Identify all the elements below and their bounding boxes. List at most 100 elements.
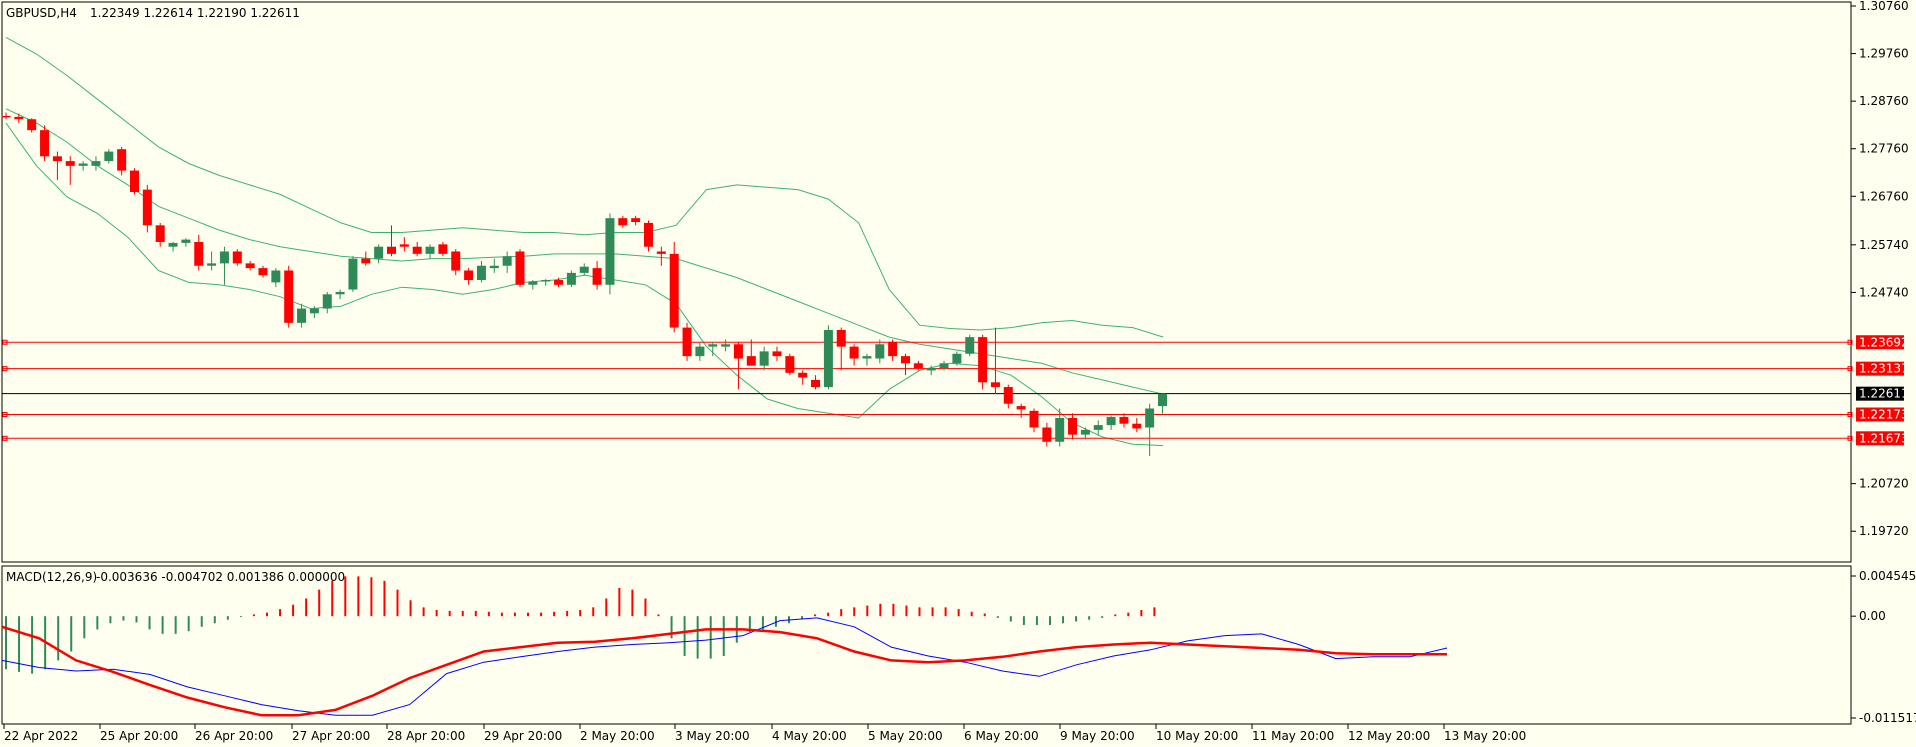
ohlc-readout: 1.22349 1.22614 1.22190 1.22611: [90, 6, 300, 20]
candle-body: [772, 351, 782, 357]
macd-values: -0.003636 -0.004702 0.001386 0.000000: [96, 570, 345, 584]
candle-body: [464, 270, 474, 281]
candle-body: [489, 265, 499, 269]
price-tick-label: 1.24740: [1859, 285, 1909, 299]
candle-body: [952, 353, 962, 364]
time-tick-label: 6 May 20:00: [964, 729, 1039, 743]
candle-body: [592, 268, 602, 285]
candle-body: [888, 341, 898, 357]
candle-body: [142, 189, 152, 226]
candle-body: [605, 218, 615, 285]
candle-body: [117, 149, 127, 171]
macd-tick-label: 0.00: [1859, 609, 1886, 623]
candle-body: [297, 308, 307, 323]
candle-body: [1106, 417, 1116, 426]
candle-body: [1003, 387, 1013, 404]
candle-body: [695, 346, 705, 357]
price-tick-label: 1.27760: [1859, 142, 1909, 156]
price-tick-label: 1.26760: [1859, 189, 1909, 203]
candle-body: [965, 337, 975, 354]
candle-body: [785, 356, 795, 373]
candle-body: [926, 368, 936, 371]
level-tag-label: 1.23692: [1859, 335, 1909, 349]
candle-body: [1016, 406, 1026, 410]
candle-body: [644, 222, 653, 247]
time-tick-label: 29 Apr 20:00: [484, 729, 562, 743]
time-tick-label: 5 May 20:00: [868, 729, 943, 743]
candle-body: [502, 256, 512, 266]
candle-body: [669, 253, 679, 328]
candle-body: [91, 161, 101, 166]
candle-body: [1158, 393, 1167, 407]
candle-body: [990, 382, 1000, 388]
time-tick-label: 27 Apr 20:00: [292, 729, 370, 743]
candle-body: [759, 351, 769, 366]
time-tick-label: 26 Apr 20:00: [195, 729, 273, 743]
price-tick-label: 1.19720: [1859, 524, 1909, 538]
price-tick-label: 1.20720: [1859, 477, 1909, 491]
time-tick-label: 2 May 20:00: [580, 729, 655, 743]
macd-tick-label: 0.004545: [1859, 569, 1916, 583]
time-tick-label: 10 May 20:00: [1156, 729, 1238, 743]
candle-body: [309, 308, 319, 314]
candle-body: [913, 363, 923, 369]
candle-body: [566, 272, 576, 285]
candle-body: [52, 156, 62, 162]
candle-body: [541, 280, 551, 282]
candle-body: [618, 218, 628, 226]
candle-body: [271, 270, 281, 283]
candle-body: [1068, 417, 1078, 435]
candle-body: [631, 218, 641, 222]
time-tick-label: 3 May 20:00: [675, 729, 750, 743]
candle-body: [1132, 423, 1142, 429]
candle-body: [130, 170, 139, 193]
candle-body: [181, 239, 191, 243]
candle-body: [836, 329, 846, 347]
time-tick-label: 12 May 20:00: [1348, 729, 1430, 743]
level-tag-label: 1.21673: [1859, 431, 1909, 445]
candle-body: [733, 344, 743, 359]
candle-body: [1029, 410, 1039, 428]
candle-body: [811, 379, 821, 388]
candle-body: [40, 130, 50, 157]
price-tick-label: 1.25740: [1859, 238, 1909, 252]
candle-body: [361, 258, 371, 264]
time-tick-label: 4 May 20:00: [772, 729, 847, 743]
candle-body: [849, 346, 859, 359]
candle-body: [528, 281, 538, 285]
candle-body: [1093, 425, 1103, 430]
candle-body: [438, 244, 448, 254]
candle-body: [579, 266, 589, 273]
candle-body: [194, 241, 204, 266]
candle-body: [862, 356, 872, 359]
candle-body: [476, 265, 486, 281]
candle-body: [232, 251, 242, 264]
price-tick-label: 1.28760: [1859, 94, 1909, 108]
candle-body: [399, 244, 409, 247]
candle-body: [823, 329, 833, 388]
candle-body: [1042, 427, 1052, 442]
candle-body: [245, 263, 255, 269]
candle-body: [348, 258, 358, 290]
macd-title: MACD(12,26,9): [6, 570, 97, 584]
candle-body: [451, 251, 461, 271]
time-tick-label: 13 May 20:00: [1444, 729, 1526, 743]
candle-body: [412, 246, 422, 254]
candle-body: [104, 151, 114, 162]
candle-body: [1119, 417, 1129, 424]
candle-body: [875, 344, 885, 359]
candle-body: [1055, 417, 1065, 442]
candle-body: [78, 163, 88, 166]
candle-body: [284, 270, 294, 323]
chart-canvas: 1.30760 1.29760 1.28760 1.27760 1.26760 1.257…: [0, 0, 1916, 747]
candle-body: [65, 161, 75, 166]
candle-body: [335, 291, 345, 295]
chart-background: [0, 0, 1916, 747]
time-tick-label: 22 Apr 2022: [4, 729, 78, 743]
candle-body: [682, 327, 692, 357]
time-tick-label: 28 Apr 20:00: [387, 729, 465, 743]
candle-body: [207, 263, 217, 266]
price-tick-label: 1.30760: [1859, 0, 1909, 13]
time-tick-label: 11 May 20:00: [1252, 729, 1334, 743]
time-tick-label: 25 Apr 20:00: [100, 729, 178, 743]
